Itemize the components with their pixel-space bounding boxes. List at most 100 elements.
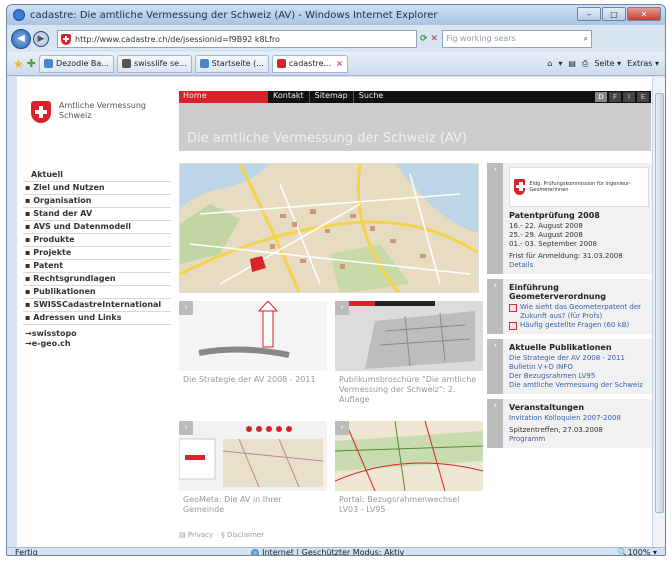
scrollbar-thumb[interactable] <box>655 93 664 513</box>
forward-button[interactable]: ▶ <box>33 31 49 47</box>
tab-4-active[interactable]: cadastre... × <box>271 54 348 73</box>
footer-privacy[interactable]: ▤ Privacy <box>179 531 213 539</box>
patent-details-link[interactable]: Details <box>509 261 649 270</box>
footer-disclaimer[interactable]: § Disclaimer <box>221 531 264 539</box>
pub-link[interactable]: Bulletin V+D INFO <box>509 363 649 372</box>
geometer-box: › Einführung Geometerverordnung Wie sieh… <box>487 279 653 334</box>
pub-link[interactable]: Die Strategie der AV 2008 - 2011 <box>509 354 649 363</box>
lang-i[interactable]: I <box>623 92 635 102</box>
sidenav-item-aktuell[interactable]: Aktuell <box>23 169 171 182</box>
language-switch: D F I E <box>595 91 651 103</box>
pub-link[interactable]: Der Bezugsrahmen LV95 <box>509 372 649 381</box>
map-image[interactable] <box>179 163 479 293</box>
sidenav-item[interactable]: ▪ Projekte <box>23 247 171 260</box>
sidenav-item[interactable]: ▪ Patent <box>23 260 171 273</box>
tile-broschuere[interactable]: › Publikumsbroschüre "Die amtliche Verme… <box>335 301 483 411</box>
refresh-icon[interactable]: ⟳ <box>420 34 428 44</box>
lang-e[interactable]: E <box>637 92 649 102</box>
pub-link[interactable]: Die amtliche Vermessung der Schweiz <box>509 381 649 390</box>
geo-link-row[interactable]: Häufig gestellte Fragen (60 kB) <box>509 321 649 330</box>
tile-portal[interactable]: › Portal: Bezugsrahmenwechsel LV03 - LV9… <box>335 421 483 521</box>
pdf-icon <box>509 304 517 312</box>
geo-link-row[interactable]: Wie sieht das Geometerpatent der Zukunft… <box>509 303 649 321</box>
minimize-button[interactable]: – <box>577 7 601 21</box>
pruef-title: Eidg. Prüfungskommission für Ingenieur-G… <box>529 181 631 193</box>
home-icon[interactable]: ⌂ <box>547 59 552 69</box>
status-text: Fertig <box>15 548 38 556</box>
lang-d[interactable]: D <box>595 92 607 102</box>
zoom-level[interactable]: 🔍100% ▾ <box>618 548 657 555</box>
nav-kontakt[interactable]: Kontakt <box>267 91 309 103</box>
nav-sitemap[interactable]: Sitemap <box>308 91 353 103</box>
swiss-cross-icon <box>514 179 527 195</box>
sidenav-label: AVS und Datenmodell <box>33 222 131 231</box>
patent-title: Patentprüfung 2008 <box>509 211 600 220</box>
vertical-scrollbar[interactable] <box>652 77 665 547</box>
events-program-link[interactable]: Programm <box>509 435 649 444</box>
tools-menu-button[interactable]: Extras ▾ <box>627 59 659 69</box>
site-logo[interactable]: Amtliche Vermessung Schweiz <box>31 101 146 123</box>
box-arrow-icon: › <box>487 279 503 334</box>
sidenav-item[interactable]: ▪ Rechtsgrundlagen <box>23 273 171 286</box>
sidenav-label: Organisation <box>33 196 92 205</box>
sidenav-item[interactable]: ▪ Organisation <box>23 195 171 208</box>
right-column: › Eidg. Prüfungskommission für Ingenieur… <box>487 163 653 453</box>
nav-suche[interactable]: Suche <box>352 91 389 103</box>
add-favorites-icon[interactable]: ✚ <box>27 57 36 70</box>
command-bar: ⌂ ▾ ▤ ⎙ Seite ▾ Extras ▾ <box>547 59 665 69</box>
print-icon[interactable]: ⎙ <box>582 59 588 69</box>
pruefungskommission-logo[interactable]: Eidg. Prüfungskommission für Ingenieur-G… <box>509 167 649 207</box>
pub-title: Aktuelle Publikationen <box>509 343 612 352</box>
tab-bar: ★ ✚ Dezodie Ba... swisslife se... Starts… <box>7 52 665 76</box>
search-icon[interactable]: ⌕ <box>584 34 588 44</box>
sidenav-item[interactable]: ▪ Publikationen <box>23 286 171 299</box>
tab-1[interactable]: Dezodie Ba... <box>38 54 114 73</box>
page-icon <box>43 59 53 68</box>
close-button[interactable]: ✕ <box>627 7 661 21</box>
sidenav-item[interactable]: ▪ AVS und Datenmodell <box>23 221 171 234</box>
sidenav-item[interactable]: ▪ Produkte <box>23 234 171 247</box>
tab-3[interactable]: Startseite (... <box>194 54 269 73</box>
search-input[interactable]: Fig working sears ⌕ <box>442 30 593 48</box>
feeds-icon[interactable]: ▤ <box>568 59 576 69</box>
tile-image <box>179 421 327 491</box>
tab-2[interactable]: swisslife se... <box>116 54 192 73</box>
tile-arrow-icon: › <box>179 301 193 315</box>
nav-home[interactable]: Home <box>179 91 267 103</box>
tile-geometa[interactable]: › GeoMeta: Die AV in Ihrer Gemeinde <box>179 421 327 521</box>
tab-close-icon[interactable]: × <box>336 59 343 68</box>
sidenav-item[interactable]: ▪ Ziel und Nutzen <box>23 182 171 195</box>
address-bar[interactable]: http://www.cadastre.ch/de/jsessionid=f9B… <box>57 30 417 48</box>
zone-text: Internet | Geschützter Modus: Aktiv <box>262 548 405 556</box>
stop-icon[interactable]: ✕ <box>431 34 439 44</box>
patent-date: 16.- 22. August 2008 <box>509 222 583 230</box>
favorites-star-icon[interactable]: ★ <box>13 57 24 71</box>
geo-link[interactable]: Häufig gestellte Fragen (60 kB) <box>520 321 629 330</box>
external-link[interactable]: →swisstopo <box>23 329 171 339</box>
box-arrow-icon: › <box>487 163 503 274</box>
external-link[interactable]: →e-geo.ch <box>23 339 171 349</box>
swiss-cross-icon <box>31 101 51 123</box>
maximize-button[interactable]: □ <box>602 7 626 21</box>
window-title: cadastre: Die amtliche Vermessung der Sc… <box>30 9 438 21</box>
box-arrow-icon: › <box>487 339 503 394</box>
events-link[interactable]: Invitation Kolloquien 2007-2008 <box>509 414 649 423</box>
footer-links: ▤ Privacy § Disclaimer <box>179 531 264 539</box>
tile-strategie[interactable]: › Die Strategie der AV 2008 - 2011 <box>179 301 327 411</box>
home-menu-button[interactable]: ▾ <box>558 59 562 69</box>
tile-caption: GeoMeta: Die AV in Ihrer Gemeinde <box>183 495 282 514</box>
back-button[interactable]: ◀ <box>11 29 31 49</box>
geo-link[interactable]: Wie sieht das Geometerpatent der Zukunft… <box>520 303 649 321</box>
sidenav-item[interactable]: ▪ SWISSCadastreInternational <box>23 299 171 312</box>
site-favicon-icon <box>61 33 71 45</box>
sidenav-item[interactable]: ▪ Adressen und Links <box>23 312 171 325</box>
sidenav-item[interactable]: ▪ Stand der AV <box>23 208 171 221</box>
tile-caption: Portal: Bezugsrahmenwechsel LV03 - LV95 <box>339 495 460 514</box>
security-zone[interactable]: Internet | Geschützter Modus: Aktiv <box>251 548 405 556</box>
events-box: › Veranstaltungen Invitation Kolloquien … <box>487 399 653 448</box>
patent-deadline: Frist für Anmeldung: 31.03.2008 <box>509 252 623 260</box>
tile-arrow-icon: › <box>335 301 349 315</box>
url-text: http://www.cadastre.ch/de/jsessionid=f9B… <box>75 34 280 44</box>
lang-f[interactable]: F <box>609 92 621 102</box>
page-menu-button[interactable]: Seite ▾ <box>594 59 621 69</box>
